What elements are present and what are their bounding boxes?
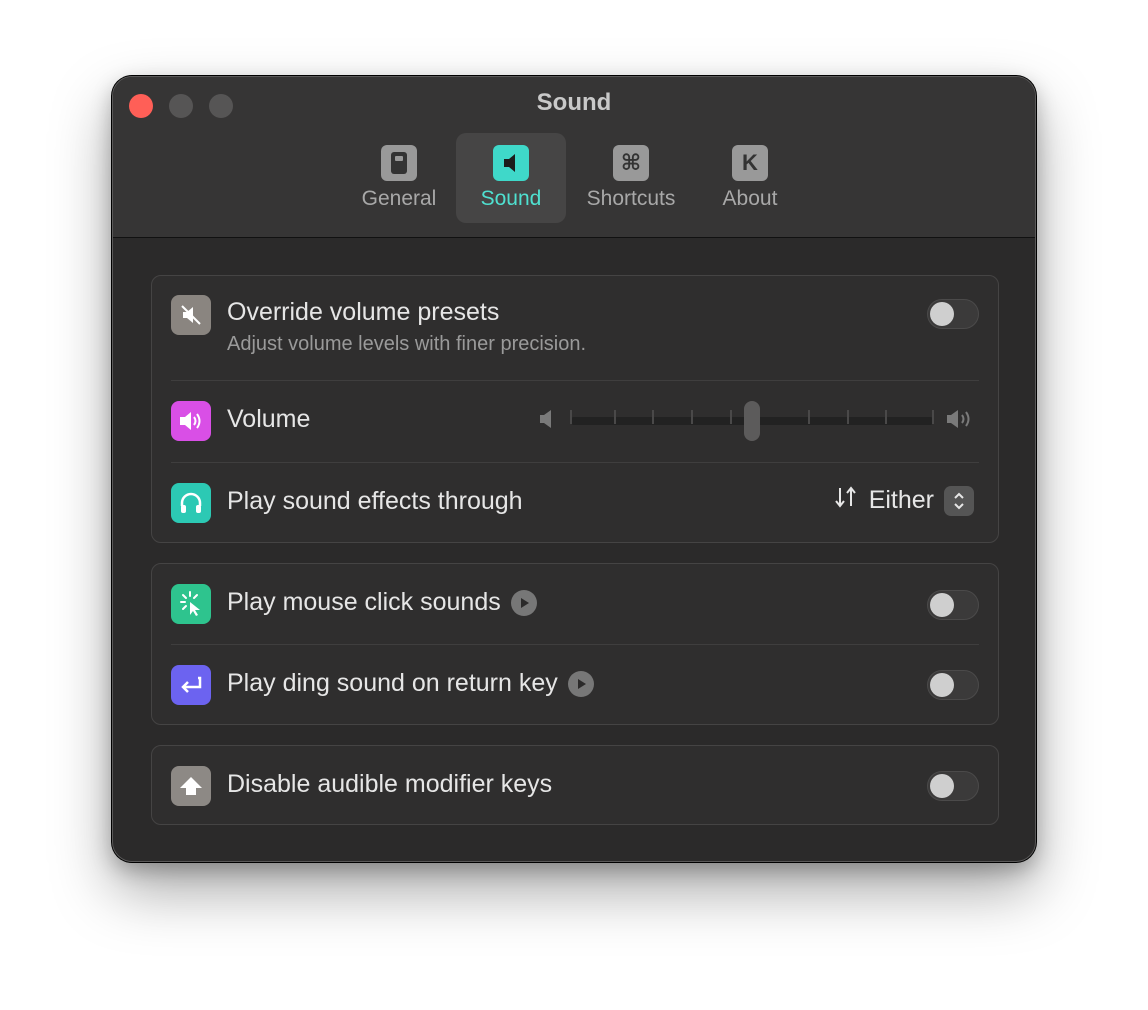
modifier-keys-group: Disable audible modifier keys: [151, 745, 999, 825]
slider-tick: [570, 410, 572, 424]
ding-sound-toggle[interactable]: [927, 670, 979, 700]
play-preview-button[interactable]: [510, 590, 537, 617]
command-icon: ⌘: [613, 145, 649, 181]
override-title: Override volume presets: [227, 298, 500, 326]
override-volume-row: Override volume presets Adjust volume le…: [152, 276, 998, 380]
click-sounds-label: Play mouse click sounds: [227, 588, 501, 616]
toggle-knob: [930, 593, 954, 617]
feedback-sounds-group: Play mouse click sounds Play ding sound …: [151, 563, 999, 725]
volume-slider[interactable]: [570, 401, 934, 441]
slider-tick: [847, 410, 849, 424]
slider-tick: [614, 410, 616, 424]
shift-key-icon: [171, 766, 211, 806]
volume-slider-thumb[interactable]: [744, 401, 760, 441]
toggle-knob: [930, 673, 954, 697]
slider-tick: [808, 410, 810, 424]
volume-icon: [171, 401, 211, 441]
return-key-icon: [171, 665, 211, 705]
modifier-keys-title: Disable audible modifier keys: [227, 770, 553, 798]
tab-shortcuts[interactable]: ⌘ Shortcuts: [574, 133, 688, 223]
sound-output-popup[interactable]: Either: [833, 485, 974, 516]
volume-high-icon: [945, 407, 977, 436]
sound-output-row: Play sound effects through Either: [152, 463, 998, 543]
click-sounds-title: Play mouse click sounds: [227, 588, 537, 617]
slider-tick: [691, 410, 693, 424]
muted-speaker-icon: [171, 295, 211, 335]
toggle-knob: [930, 302, 954, 326]
speaker-icon: [493, 145, 529, 181]
window-title: Sound: [536, 89, 612, 116]
sound-output-title: Play sound effects through: [227, 487, 523, 515]
volume-row: Volume: [152, 381, 998, 462]
toggle-knob: [930, 774, 954, 798]
click-sounds-toggle[interactable]: [927, 590, 979, 620]
modifier-keys-toggle[interactable]: [927, 771, 979, 801]
headphones-icon: [171, 483, 211, 523]
modifier-keys-row: Disable audible modifier keys: [152, 746, 998, 826]
cursor-click-icon: [171, 584, 211, 624]
slider-tick: [932, 410, 934, 424]
general-icon: [381, 145, 417, 181]
override-subtitle: Adjust volume levels with finer precisio…: [227, 333, 587, 355]
switch-arrows-icon: [833, 485, 859, 516]
settings-window: Sound General Sound ⌘ Shortcuts K About: [112, 76, 1036, 862]
volume-title: Volume: [227, 405, 311, 433]
ding-sound-row: Play ding sound on return key: [152, 645, 998, 725]
slider-tick: [885, 410, 887, 424]
slider-tick: [652, 410, 654, 424]
tab-label: Shortcuts: [586, 187, 676, 210]
tab-label: About: [722, 187, 778, 210]
tab-sound[interactable]: Sound: [456, 133, 566, 223]
tab-general[interactable]: General: [349, 133, 449, 223]
ding-sound-label: Play ding sound on return key: [227, 669, 558, 697]
override-toggle[interactable]: [927, 299, 979, 329]
title-bar: Sound General Sound ⌘ Shortcuts K About: [113, 77, 1035, 238]
popup-chevrons-icon: [944, 485, 974, 516]
click-sounds-row: Play mouse click sounds: [152, 564, 998, 644]
k-icon: K: [732, 145, 768, 181]
volume-low-icon: [538, 407, 556, 436]
ding-sound-title: Play ding sound on return key: [227, 669, 594, 698]
tab-about[interactable]: K About: [703, 133, 797, 223]
audio-settings-group: Override volume presets Adjust volume le…: [151, 275, 999, 543]
sound-output-value: Either: [868, 486, 934, 514]
tab-label: General: [361, 187, 437, 210]
tab-label: Sound: [480, 187, 542, 210]
slider-tick: [730, 410, 732, 424]
play-preview-button[interactable]: [567, 671, 594, 698]
